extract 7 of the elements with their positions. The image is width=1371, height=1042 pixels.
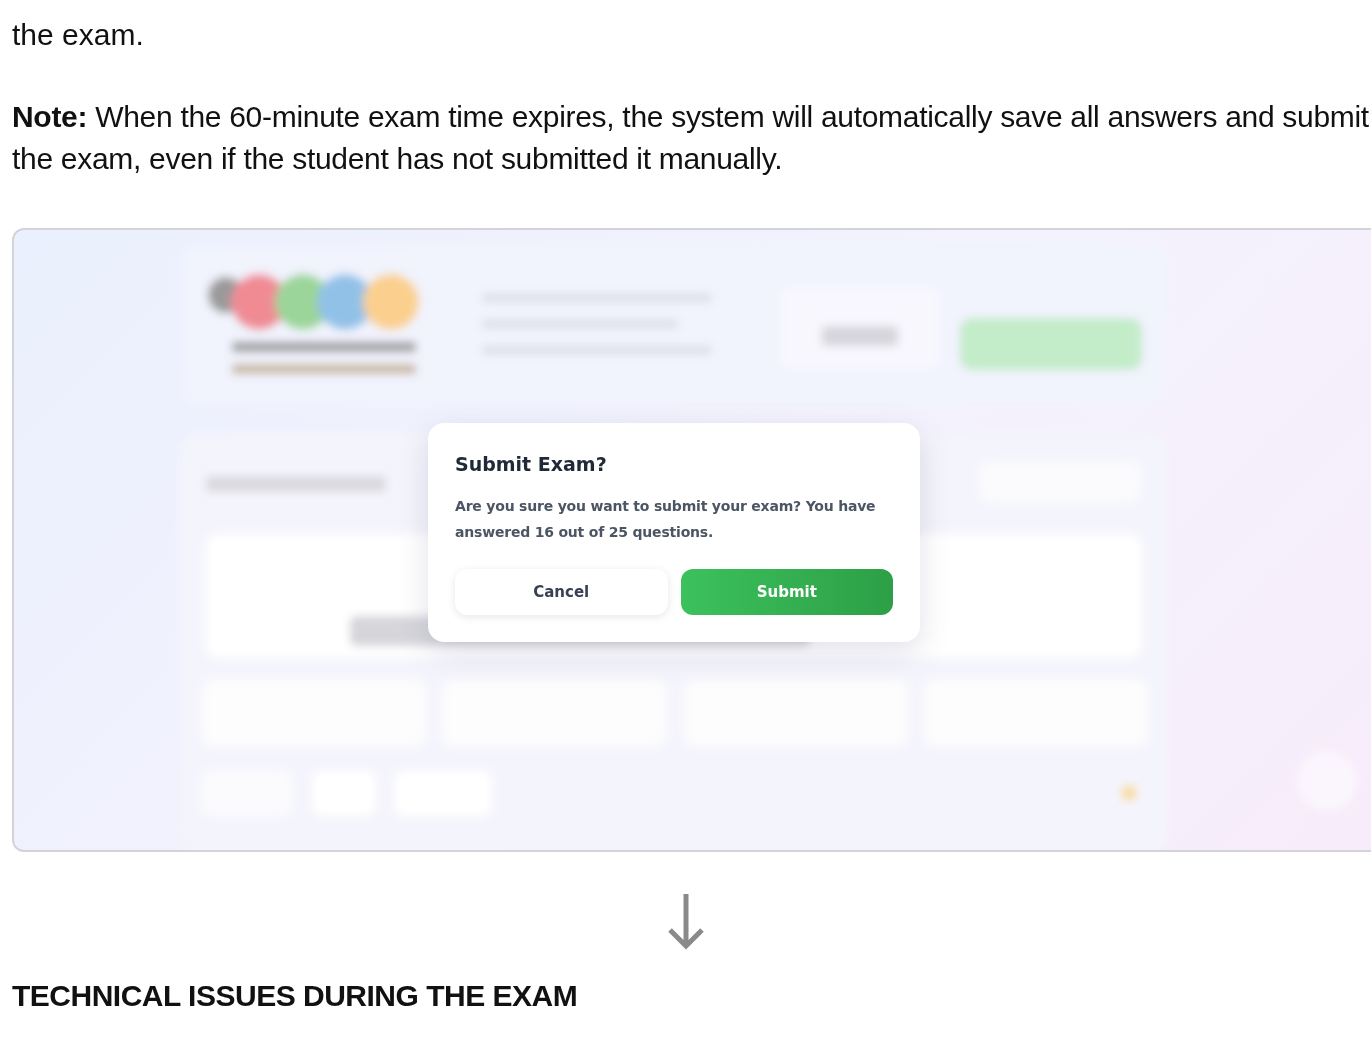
dialog-title: Submit Exam? (455, 453, 608, 475)
section-heading: TECHNICAL ISSUES DURING THE EXAM (12, 978, 579, 1014)
dialog-message: Are you sure you want to submit your exam? You have answered 16 out of 25 questions. (455, 497, 877, 542)
note-paragraph: Note: When the 60-minute exam time expires, the system will automatically save all answers and submit the exam, even if the student has not submitted it manually. (12, 99, 1370, 177)
paragraph-text: the exam. (12, 17, 145, 53)
cancel-button[interactable]: Cancel (455, 569, 668, 615)
down-arrow-icon (665, 892, 706, 950)
